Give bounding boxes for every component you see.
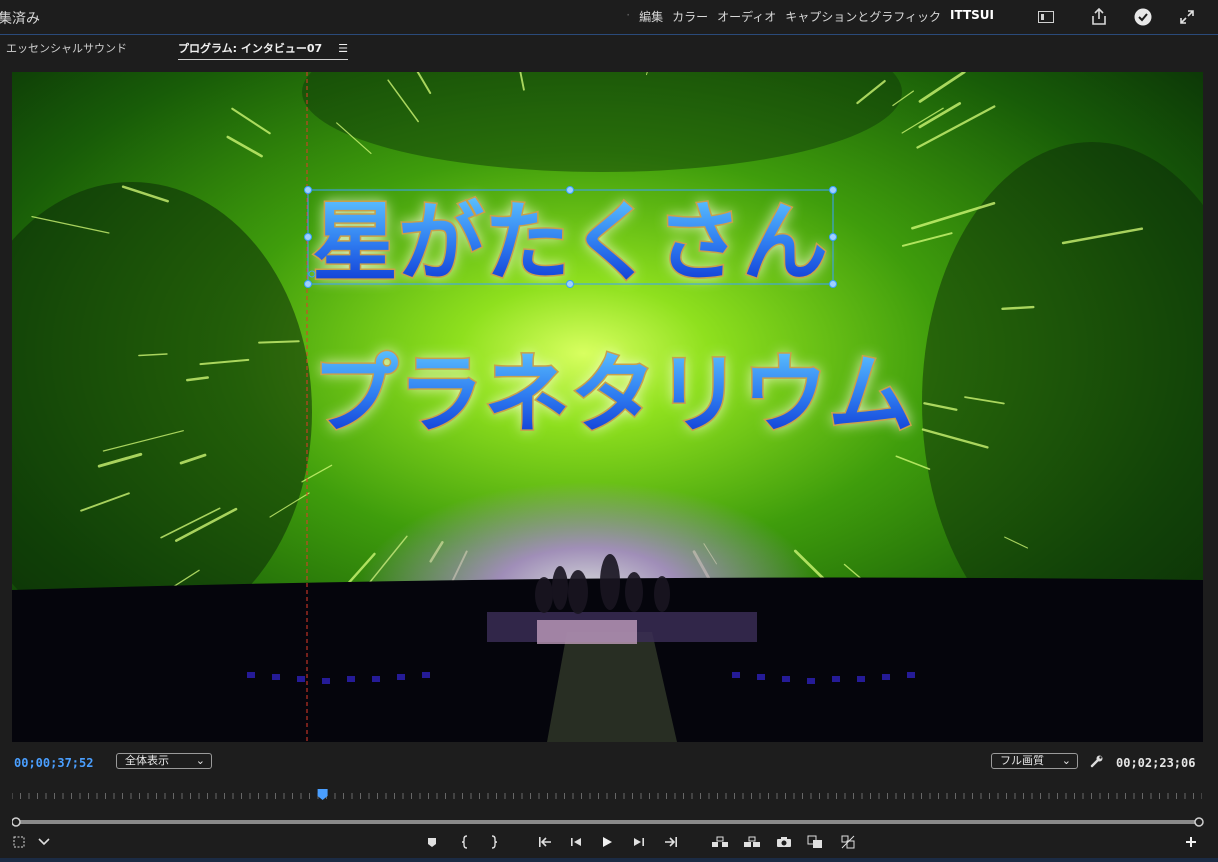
panel-tabs: エッセンシャルサウンド プログラム: インタビュー07 ☰	[0, 35, 1218, 63]
stage-riser	[537, 620, 637, 644]
video-frame: 星がたくさん プラネタリウム 星がたくさん プラネタリウム	[12, 72, 1203, 742]
workspace-tabs: · 編集 カラー オーディオ キャプションとグラフィック ITTSUI	[626, 8, 994, 25]
hamburger-icon[interactable]: ☰	[338, 42, 348, 55]
workspace-separator: ·	[626, 8, 631, 22]
zoom-scrollbar-right-handle	[1194, 817, 1204, 827]
light-streak	[1001, 305, 1035, 311]
share-icon[interactable]	[1088, 6, 1110, 28]
add-button-icon[interactable]	[1181, 832, 1201, 852]
workspace-audio[interactable]: オーディオ	[717, 8, 776, 25]
mark-out-icon[interactable]	[484, 832, 504, 852]
toggle-proxy-icon[interactable]	[838, 832, 858, 852]
step-forward-icon[interactable]	[629, 832, 649, 852]
zoom-select[interactable]: 全体表示 ⌄	[116, 753, 212, 769]
chevron-down-icon: ⌄	[1061, 754, 1071, 767]
workspace-edit[interactable]: 編集	[639, 8, 663, 25]
time-ruler[interactable]	[11, 786, 1203, 800]
lift-icon[interactable]	[710, 832, 730, 852]
workspace-color[interactable]: カラー	[672, 8, 708, 25]
light-streak	[258, 340, 300, 344]
title-line-1: 星がたくさん	[312, 193, 828, 293]
checkmark-icon[interactable]	[1132, 6, 1154, 28]
zoom-scrollbar-left-handle	[11, 817, 21, 827]
quality-select[interactable]: フル画質 ⌄	[991, 753, 1078, 769]
top-bar: 集済み · 編集 カラー オーディオ キャプションとグラフィック ITTSUI	[0, 0, 1218, 35]
quality-select-value: フル画質	[1000, 754, 1044, 767]
settings-wrench-icon[interactable]	[1087, 751, 1107, 771]
workspace-ittsui[interactable]: ITTSUI	[950, 8, 994, 25]
zoom-select-value: 全体表示	[125, 754, 169, 767]
workspace-panel-icon[interactable]	[1035, 6, 1057, 28]
compare-view-icon[interactable]	[805, 832, 825, 852]
duration-timecode: 00;02;23;06	[1116, 756, 1196, 770]
add-marker-icon[interactable]	[422, 832, 442, 852]
go-to-out-icon[interactable]	[661, 832, 681, 852]
export-frame-icon[interactable]	[774, 832, 794, 852]
ruler-ticks	[11, 793, 1203, 799]
zoom-scrollbar[interactable]	[11, 812, 1204, 827]
tab-program-monitor[interactable]: プログラム: インタビュー07 ☰	[178, 40, 348, 60]
extract-icon[interactable]	[742, 832, 762, 852]
mark-in-icon[interactable]	[455, 832, 475, 852]
current-timecode[interactable]: 00;00;37;52	[14, 756, 93, 770]
chevron-down-icon: ⌄	[195, 754, 205, 767]
title-line-2: プラネタリウム	[312, 345, 914, 445]
safe-margins-icon[interactable]	[9, 832, 29, 852]
workspace-captions-graphics[interactable]: キャプションとグラフィック	[785, 8, 941, 25]
step-back-icon[interactable]	[566, 832, 586, 852]
transport-controls	[0, 828, 1218, 856]
bottom-edge	[0, 858, 1218, 862]
play-icon[interactable]	[597, 832, 617, 852]
fullscreen-icon[interactable]	[1176, 6, 1198, 28]
go-to-in-icon[interactable]	[535, 832, 555, 852]
chevron-down-icon[interactable]	[34, 832, 54, 852]
program-tab-label: プログラム: インタビュー07	[178, 42, 323, 55]
tab-essential-sound[interactable]: エッセンシャルサウンド	[6, 40, 127, 56]
monitor-control-row: 00;00;37;52 全体表示 ⌄ フル画質 ⌄ 00;02;23;06	[0, 748, 1218, 774]
program-monitor-view[interactable]: 星がたくさん プラネタリウム 星がたくさん プラネタリウム	[12, 72, 1203, 742]
zoom-scrollbar-fill	[14, 820, 1202, 824]
app-title: 集済み	[0, 11, 40, 27]
